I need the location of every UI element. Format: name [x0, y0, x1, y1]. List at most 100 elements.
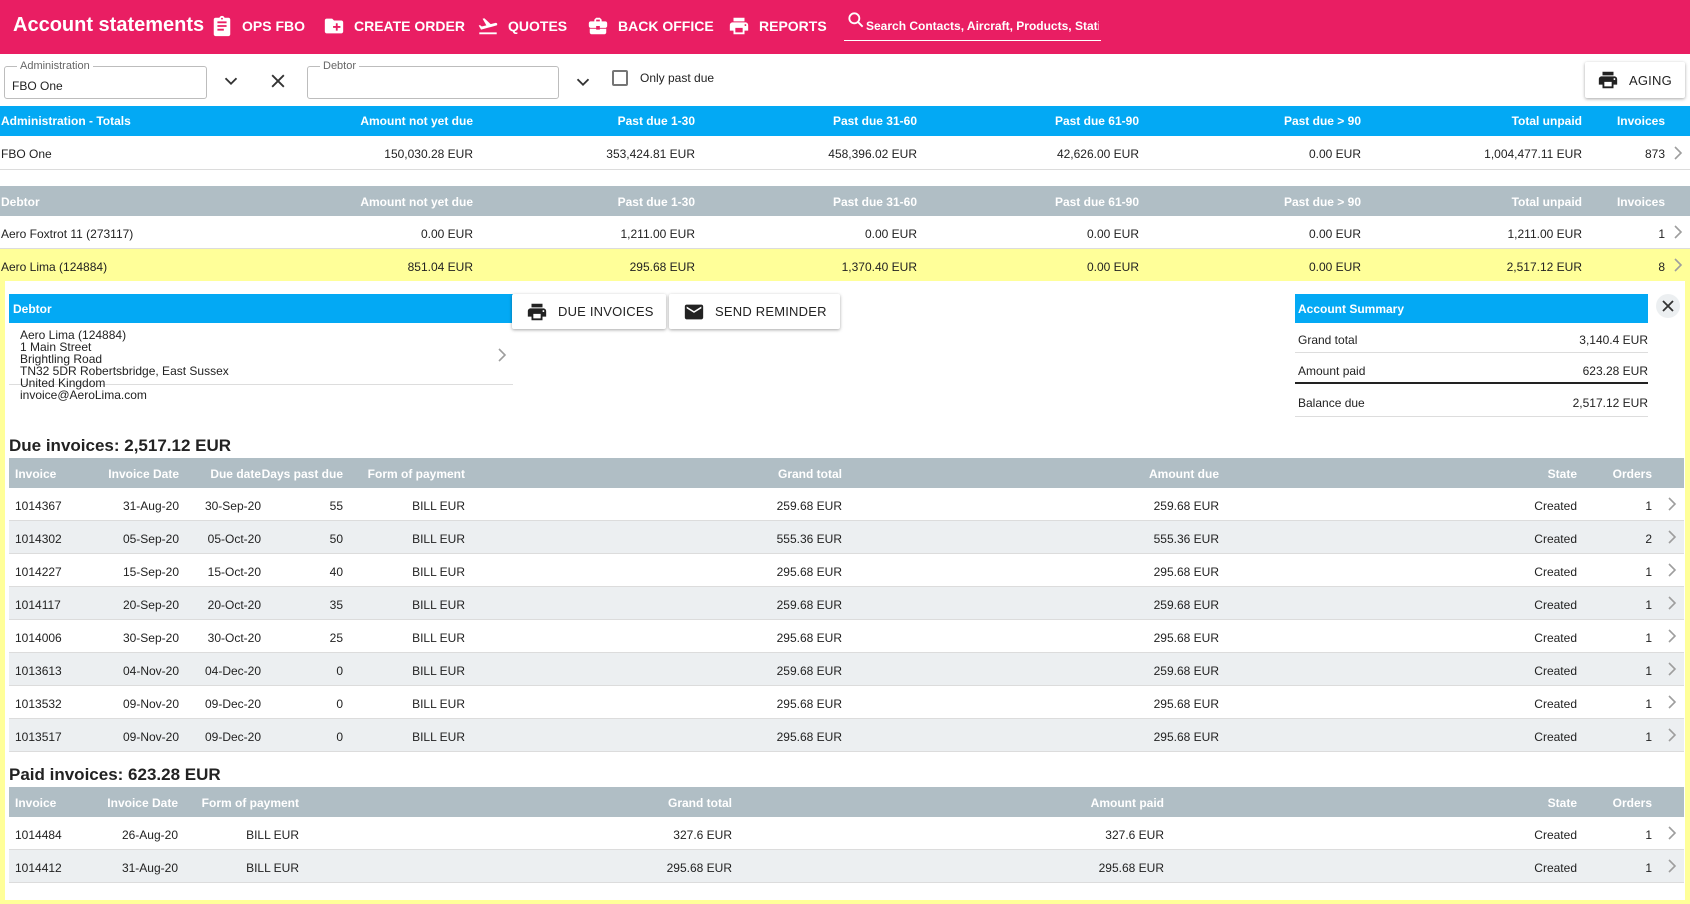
send-reminder-button[interactable]: SEND REMINDER — [669, 294, 840, 329]
table-cell: 295.68 EUR — [666, 861, 732, 875]
debtor-field[interactable]: Debtor — [307, 59, 559, 99]
column-header: Amount not yet due — [360, 114, 473, 128]
table-cell: 55 — [329, 499, 343, 513]
due-invoice-row[interactable]: 1014302 05-Sep-20 05-Oct-20 50 BILL EUR 555.3… — [9, 521, 1684, 554]
table-cell: 0.00 EUR — [1086, 227, 1139, 241]
table-cell: BILL EUR — [412, 664, 465, 678]
paid-invoice-row[interactable]: 1014484 26-Aug-20 BILL EUR 327.6 EUR 327.6 E… — [9, 817, 1684, 850]
column-header: State — [1547, 796, 1577, 810]
table-cell: BILL EUR — [412, 730, 465, 744]
table-cell: BILL EUR — [246, 828, 299, 842]
clear-administration-button[interactable] — [268, 71, 288, 91]
debtor-row[interactable]: Aero Lima (124884) 851.04 EUR 295.68 EUR 1,… — [0, 249, 1690, 282]
aging-button[interactable]: AGING — [1585, 62, 1685, 98]
table-cell: 1 — [1658, 227, 1665, 241]
table-cell: 30-Oct-20 — [207, 631, 261, 645]
column-header: Invoice — [15, 796, 57, 810]
briefcase-icon — [587, 15, 618, 37]
column-header: Past due > 90 — [1283, 114, 1361, 128]
chevron-right-icon — [1667, 629, 1677, 643]
table-cell: BILL EUR — [246, 861, 299, 875]
table-cell: 1,004,477.11 EUR — [1484, 147, 1582, 161]
admin-totals-row[interactable]: FBO One 150,030.28 EUR 353,424.81 EUR 458,3… — [0, 136, 1690, 170]
table-cell: 327.6 EUR — [673, 828, 732, 842]
chevron-right-icon — [1667, 728, 1677, 742]
debtor-dropdown-button[interactable] — [572, 71, 594, 93]
only-past-due-label: Only past due — [640, 71, 715, 85]
due-invoice-row[interactable]: 1013613 04-Nov-20 04-Dec-20 0 BILL EUR 259.68… — [9, 653, 1684, 686]
column-header: Invoices — [1616, 195, 1665, 209]
due-invoice-row[interactable]: 1013517 09-Nov-20 09-Dec-20 0 BILL EUR 295.68… — [9, 719, 1684, 752]
chevron-right-icon — [1673, 146, 1683, 160]
top-app-bar: Account statements OPS FBO CREATE ORDER … — [0, 0, 1690, 54]
column-header: Invoice Date — [108, 467, 179, 481]
due-invoice-row[interactable]: 1014006 30-Sep-20 30-Oct-20 25 BILL EUR 295.6… — [9, 620, 1684, 653]
table-cell: 1,370.40 EUR — [841, 260, 917, 274]
due-invoice-row[interactable]: 1014117 20-Sep-20 20-Oct-20 35 BILL EUR 259.6… — [9, 587, 1684, 620]
mail-icon — [683, 301, 715, 323]
table-cell: Created — [1534, 828, 1577, 842]
nav-ops-fbo[interactable]: OPS FBO — [211, 15, 305, 37]
due-invoice-row[interactable]: 1013532 09-Nov-20 09-Dec-20 0 BILL EUR 295.68… — [9, 686, 1684, 719]
nav-reports[interactable]: REPORTS — [728, 15, 827, 37]
table-cell: 0.00 EUR — [1308, 260, 1361, 274]
paid-invoice-row[interactable]: 1014412 31-Aug-20 BILL EUR 295.68 EUR 295.68… — [9, 850, 1684, 883]
due-invoice-row[interactable]: 1014367 31-Aug-20 30-Sep-20 55 BILL EUR 259.6… — [9, 488, 1684, 521]
table-cell: Created — [1534, 664, 1577, 678]
debtor-row[interactable]: Aero Foxtrot 11 (273117) 0.00 EUR 1,211.00… — [0, 216, 1690, 249]
table-cell: Aero Foxtrot 11 (273117) — [1, 227, 134, 241]
close-icon — [1656, 294, 1680, 318]
table-cell: 1,211.00 EUR — [1507, 227, 1583, 241]
table-cell: 1014227 — [15, 565, 62, 579]
table-cell: 295.68 EUR — [1153, 631, 1219, 645]
column-header: Total unpaid — [1511, 195, 1582, 209]
table-cell: 04-Nov-20 — [122, 664, 179, 678]
nav-label: REPORTS — [759, 18, 827, 34]
page-title: Account statements — [13, 14, 205, 36]
table-cell: 05-Oct-20 — [207, 532, 261, 546]
nav-quotes[interactable]: QUOTES — [477, 15, 567, 37]
column-header: Amount due — [1149, 467, 1219, 481]
summary-value: 3,140.4 EUR — [1579, 333, 1648, 347]
nav-back-office[interactable]: BACK OFFICE — [587, 15, 714, 37]
table-cell: 50 — [329, 532, 343, 546]
paid-invoices-title: Paid invoices: 623.28 EUR — [9, 765, 221, 784]
table-cell: Created — [1534, 730, 1577, 744]
table-cell: 09-Dec-20 — [204, 730, 261, 744]
global-search[interactable] — [844, 8, 1101, 41]
debtor-card-header: Debtor — [9, 294, 513, 323]
table-cell: 295.68 EUR — [629, 260, 695, 274]
search-input[interactable] — [866, 17, 1099, 35]
table-cell: 31-Aug-20 — [121, 861, 178, 875]
table-cell: 295.68 EUR — [776, 565, 842, 579]
table-cell: 20-Oct-20 — [207, 598, 261, 612]
table-cell: 259.68 EUR — [1153, 499, 1219, 513]
table-cell: Created — [1534, 499, 1577, 513]
table-cell: 25 — [329, 631, 343, 645]
table-cell: Created — [1534, 631, 1577, 645]
column-header: Days past due — [261, 467, 343, 481]
chevron-right-icon — [1673, 258, 1683, 272]
printer-icon — [526, 301, 558, 323]
table-cell: 295.68 EUR — [1153, 730, 1219, 744]
table-cell: 0.00 EUR — [1308, 147, 1361, 161]
table-cell: 0.00 EUR — [420, 227, 473, 241]
debtor-address-card[interactable]: Aero Lima (124884) 1 Main Street Brightl… — [9, 323, 513, 401]
summary-label: Amount paid — [1298, 364, 1366, 378]
column-header: Past due 1-30 — [617, 114, 695, 128]
due-invoices-button[interactable]: DUE INVOICES — [512, 294, 666, 329]
chevron-right-icon — [1667, 859, 1677, 873]
close-detail-button[interactable] — [1656, 294, 1680, 318]
due-invoice-row[interactable]: 1014227 15-Sep-20 15-Oct-20 40 BILL EUR 295.6… — [9, 554, 1684, 587]
column-header: Orders — [1612, 467, 1652, 481]
aging-label: AGING — [1629, 72, 1672, 88]
summary-amount-paid: Amount paid 623.28 EUR — [1295, 353, 1648, 384]
table-cell: Created — [1534, 598, 1577, 612]
administration-field[interactable]: Administration FBO One — [4, 59, 207, 99]
column-header: Past due > 90 — [1283, 195, 1361, 209]
table-cell: 26-Aug-20 — [121, 828, 178, 842]
only-past-due-checkbox[interactable] — [612, 70, 628, 86]
administration-dropdown-button[interactable] — [220, 70, 242, 92]
chevron-right-icon — [1667, 826, 1677, 840]
nav-create-order[interactable]: CREATE ORDER — [323, 15, 465, 37]
